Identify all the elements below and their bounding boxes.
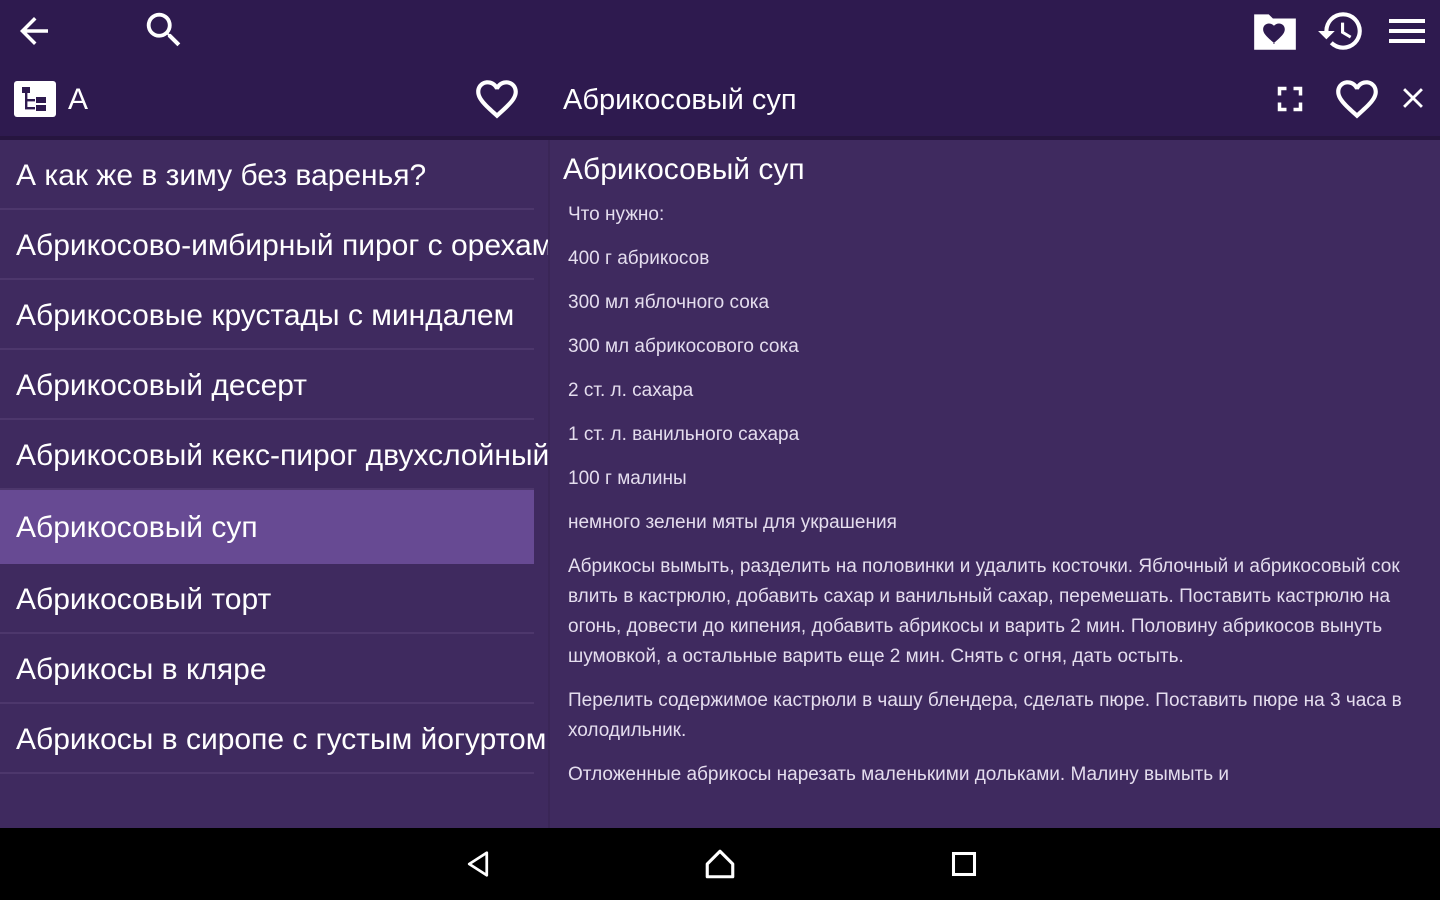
nav-recents-button[interactable] [940,844,988,884]
list-item-selected[interactable]: Абрикосовый суп [0,490,534,564]
favorites-folder-button[interactable] [1248,6,1302,56]
list-item[interactable]: Абрикосовый десерт [0,350,534,420]
ingredient-line: немного зелени мяты для украшения [568,512,897,533]
recipe-text: Что нужно: 400 г абрикосов 300 мл яблочн… [568,200,1434,804]
arrow-left-icon [20,17,48,45]
search-icon [146,12,181,47]
nav-back-triangle-icon [467,851,489,877]
sub-header: А Абрикосовый суп [0,62,1440,138]
category-button[interactable] [10,76,62,122]
menu-button[interactable] [1380,6,1434,56]
ingredient-line: 1 ст. л. ванильного сахара [568,424,800,445]
list-item-label: Абрикосовый торт [16,583,272,616]
list-item[interactable]: Абрикосы в кляре [0,634,534,704]
category-tree-icon [14,81,56,117]
list-item-label: Абрикосовый десерт [16,369,308,402]
folder-heart-icon [1254,14,1296,50]
recipe-list: А как же в зиму без варенья? Абрикосово-… [0,140,548,828]
close-icon [1403,88,1423,108]
nav-recents-square-icon [951,851,977,877]
top-toolbar [0,0,1440,62]
nav-home-button[interactable] [696,844,744,884]
history-icon [1318,12,1362,50]
instruction-paragraph: Абрикосы вымыть, разделить на половинки … [568,556,1400,667]
list-favorite-button[interactable] [470,74,524,124]
recipe-content: Абрикосовый суп Что нужно: 400 г абрикос… [550,140,1440,828]
nav-back-button[interactable] [454,844,502,884]
instruction-paragraph: Перелить содержимое кастрюли в чашу блен… [568,690,1402,741]
list-item-label: Абрикосово-имбирный пирог с орехами [16,229,548,262]
heart-outline-icon [476,80,518,119]
system-nav-bar [0,828,1440,900]
list-item[interactable]: А как же в зиму без варенья? [0,140,534,210]
category-letter: А [68,83,89,116]
list-item[interactable]: Абрикосовый торт [0,564,534,634]
list-item[interactable]: Абрикосы в сиропе с густым йогуртом [0,704,546,774]
list-item[interactable]: Абрикосово-имбирный пирог с орехами [0,210,548,280]
ingredient-line: 400 г абрикосов [568,248,710,269]
history-button[interactable] [1314,6,1368,56]
ingredient-line: 2 ст. л. сахара [568,380,694,401]
heart-outline-icon [1336,80,1378,119]
list-item-label: Абрикосы в кляре [16,653,267,686]
list-item-label: Абрикосовый кекс-пирог двухслойный [16,439,548,472]
instruction-paragraph: Отложенные абрикосы нарезать маленькими … [568,764,1230,785]
ingredient-line: 300 мл яблочного сока [568,292,770,313]
list-item[interactable]: Абрикосовый кекс-пирог двухслойный [0,420,548,490]
nav-home-icon [705,849,735,879]
hamburger-menu-icon [1389,19,1425,43]
list-item[interactable]: Абрикосовые крустады с миндалем [0,280,534,350]
back-button[interactable] [10,8,58,54]
list-item-label: А как же в зиму без варенья? [16,159,427,192]
list-item-label: Абрикосовые крустады с миндалем [16,299,515,332]
recipe-title: Абрикосовый суп [563,153,805,186]
search-button[interactable] [140,6,188,54]
list-item-label: Абрикосы в сиропе с густым йогуртом [16,723,547,756]
ingredient-line: 300 мл абрикосового сока [568,336,799,357]
fullscreen-icon [1277,86,1303,112]
list-item-label: Абрикосовый суп [16,511,258,544]
ingredient-line: 100 г малины [568,468,687,489]
ingredient-line: Что нужно: [568,204,665,225]
close-button[interactable] [1394,78,1432,118]
fullscreen-button[interactable] [1266,76,1314,122]
detail-favorite-button[interactable] [1330,74,1384,124]
detail-title: Абрикосовый суп [563,84,797,116]
